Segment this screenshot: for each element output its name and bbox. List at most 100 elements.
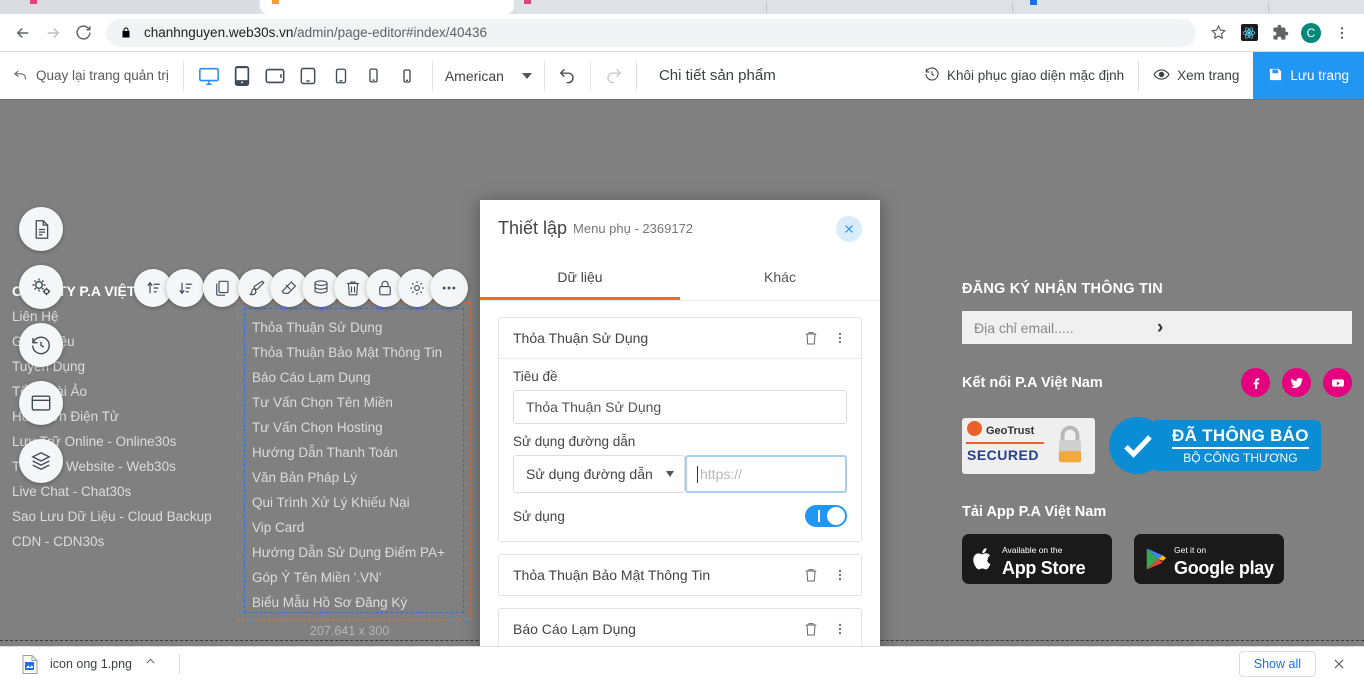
title-input[interactable]: Thỏa Thuận Sử Dụng [513,390,847,424]
device-phone-small[interactable] [394,63,420,89]
sort-descending-icon[interactable] [166,269,204,307]
link-item[interactable]: Thỏa Thuận Sử Dụng [252,315,445,340]
menu-item-header[interactable]: Thỏa Thuận Sử Dụng [499,318,861,358]
link-item[interactable]: Tư Vấn Chọn Tên Miền [252,390,445,415]
youtube-icon[interactable] [1323,368,1352,397]
padlock-icon [1058,425,1082,462]
google-play-button[interactable]: Get it on Google play [1134,534,1284,584]
menu-item-title: Thỏa Thuận Bảo Mật Thông Tin [513,567,711,583]
link-item[interactable]: Báo Cáo Lạm Dụng [252,365,445,390]
avatar: C [1301,22,1321,43]
show-all-downloads-button[interactable]: Show all [1238,651,1316,677]
device-tablet-portrait[interactable] [229,63,255,89]
undo-icon[interactable] [545,66,590,85]
layers-icon[interactable] [19,439,63,483]
url-input[interactable]: https:// [685,455,847,493]
undo-arrow-icon [12,66,29,86]
link-item[interactable]: Văn Bản Pháp Lý [252,465,445,490]
tab-khac[interactable]: Khác [680,257,880,300]
history-clock-icon[interactable] [19,323,63,367]
bookmark-star-icon[interactable] [1204,19,1232,47]
kebab-menu-icon[interactable] [833,568,847,582]
profile-avatar[interactable]: C [1297,19,1325,47]
kebab-menu-icon[interactable] [833,622,847,636]
back-arrow-icon[interactable] [8,18,38,48]
twitter-icon[interactable] [1282,368,1311,397]
editor-toolbar: Quay lại trang quản trị American Chi tiế… [0,52,1364,99]
modal-subtitle: Menu phụ - 2369172 [573,221,694,236]
link-item[interactable]: Sao Lưu Dữ Liệu - Cloud Backup [12,504,212,529]
device-phone-large[interactable] [328,63,354,89]
download-item[interactable]: icon ong 1.png [12,651,167,677]
back-to-admin-button[interactable]: Quay lại trang quản trị [0,52,183,99]
redo-icon[interactable] [591,66,636,85]
language-select[interactable]: American [433,68,544,84]
email-subscribe-field[interactable]: Địa chỉ email..... › [962,311,1352,344]
device-tablet-small[interactable] [295,63,321,89]
trash-icon[interactable] [803,330,819,346]
tab-divider [1012,2,1013,12]
restore-default-button[interactable]: Khôi phục giao diện mặc định [910,52,1138,99]
close-icon[interactable] [836,215,862,242]
link-item[interactable]: Hướng Dẫn Sử Dụng Điểm PA+ [252,540,445,565]
link-item[interactable]: Thỏa Thuận Bảo Mật Thông Tin [252,340,445,365]
extensions-puzzle-icon[interactable] [1266,19,1294,47]
preview-page-button[interactable]: Xem trang [1139,52,1253,99]
app-download-title: Tải App P.A Việt Nam [962,504,1107,520]
forward-arrow-icon[interactable] [38,18,68,48]
link-item[interactable]: Qui Trình Xử Lý Khiếu Nại [252,490,445,515]
link-item[interactable]: Góp Ý Tên Miền '.VN' [252,565,445,590]
window-layout-icon[interactable] [19,381,63,425]
document-icon[interactable] [19,207,63,251]
link-type-select[interactable]: Sử dụng đường dẫn [513,455,685,493]
browser-tab-strip[interactable] [0,0,1364,14]
link-item[interactable]: Vip Card [252,515,445,540]
menu-item-header[interactable]: Báo Cáo Lạm Dụng [499,609,861,649]
tab-favicon [524,0,531,4]
tab-favicon [30,0,37,4]
bo-cong-thuong-badge: ĐÃ THÔNG BÁO BỘ CÔNG THƯƠNG [1109,417,1321,474]
link-item[interactable]: Hướng Dẫn Thanh Toán [252,440,445,465]
browser-tab[interactable] [0,0,258,14]
chevron-right-icon[interactable]: › [1157,317,1340,339]
copy-icon[interactable] [203,269,241,307]
link-item[interactable]: Biểu Mẫu Hồ Sơ Đăng Ký [252,590,445,615]
reload-icon[interactable] [68,18,98,48]
chevron-down-icon [666,471,674,477]
device-desktop[interactable] [196,63,222,89]
more-icon[interactable] [430,269,468,307]
tab-divider [1268,2,1269,12]
trash-icon[interactable] [803,621,819,637]
facebook-icon[interactable] [1241,368,1270,397]
app-store-button[interactable]: Available on the App Store [962,534,1112,584]
page-title: Chi tiết sản phẩm [658,67,776,84]
kebab-menu-icon[interactable] [1328,19,1356,47]
save-page-button[interactable]: Lưu trang [1253,52,1364,99]
toggle-bar [818,510,820,522]
device-tablet-landscape[interactable] [262,63,288,89]
geotrust-brand: GeoTrust [986,424,1035,437]
footer-links-column-two[interactable]: Thỏa Thuận Sử Dụng Thỏa Thuận Bảo Mật Th… [252,315,445,615]
close-icon[interactable] [1326,651,1352,677]
tab-du-lieu[interactable]: Dữ liệu [480,257,680,300]
enabled-label: Sử dụng [513,508,565,524]
chevron-up-icon[interactable] [144,655,157,673]
device-phone-medium[interactable] [361,63,387,89]
browser-toolbar: chanhnguyen.web30s.vn/admin/page-editor#… [0,14,1364,51]
download-bar: icon ong 1.png Show all [0,646,1364,681]
menu-item-header[interactable]: Thỏa Thuận Bảo Mật Thông Tin [499,555,861,595]
address-bar[interactable]: chanhnguyen.web30s.vn/admin/page-editor#… [106,18,1196,47]
modal-body[interactable]: Thỏa Thuận Sử Dụng Tiêu đề Thỏa Thuận Sử… [480,301,880,650]
page-canvas[interactable]: CÔNG TY P.A VIỆT NAM Liên Hệ Giới Thiệu … [0,99,1364,650]
kebab-menu-icon[interactable] [833,331,847,345]
browser-tab-area[interactable] [516,0,1364,14]
browser-tab-active[interactable] [260,0,514,14]
link-item[interactable]: CDN - CDN30s [12,529,212,554]
selection-size-label: 207.641 x 300 [310,624,390,638]
enabled-toggle[interactable] [805,505,847,527]
link-item[interactable]: Tư Vấn Chọn Hosting [252,415,445,440]
react-devtools-icon[interactable] [1235,19,1263,47]
gears-settings-icon[interactable] [19,265,63,309]
trash-icon[interactable] [803,567,819,583]
app-store-big: App Store [1002,557,1086,578]
